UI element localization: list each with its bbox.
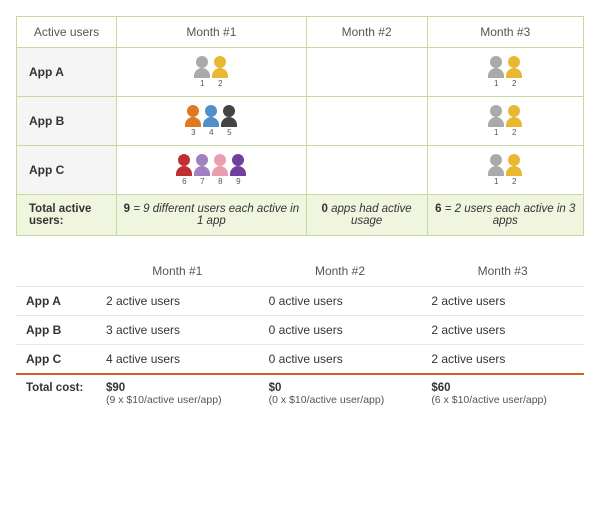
total-active-users-label: Total active users:	[17, 195, 117, 236]
user-icon: 1	[488, 105, 504, 137]
bottom-app-row: App A 2 active users 0 active users 2 ac…	[16, 287, 584, 316]
app-month3-cell: 1 2	[427, 48, 583, 97]
top-usage-table: Active users Month #1 Month #2 Month #3 …	[16, 16, 584, 236]
bottom-total-row: Total cost: $90 (9 x $10/active user/app…	[16, 374, 584, 413]
bottom-app-label: App B	[16, 316, 96, 345]
bottom-cost-table: Month #1 Month #2 Month #3 App A 2 activ…	[16, 260, 584, 413]
user-icon: 1	[194, 56, 210, 88]
app-month2-cell	[306, 48, 427, 97]
top-app-row: App B 3 4 5 1 2	[17, 97, 584, 146]
app-month1-cell: 1 2	[117, 48, 307, 97]
bottom-month3-cell: 2 active users	[421, 287, 584, 316]
user-icon: 1	[488, 56, 504, 88]
app-month1-cell: 6 7 8 9	[117, 146, 307, 195]
user-icon: 6	[176, 154, 192, 186]
bottom-total-month2: $0 (0 x $10/active user/app)	[259, 374, 422, 413]
col-header-month3: Month #3	[427, 17, 583, 48]
bottom-month2-cell: 0 active users	[259, 316, 422, 345]
bottom-app-row: App B 3 active users 0 active users 2 ac…	[16, 316, 584, 345]
bottom-total-month1: $90 (9 x $10/active user/app)	[96, 374, 259, 413]
user-icon: 1	[488, 154, 504, 186]
bottom-month3-cell: 2 active users	[421, 345, 584, 375]
bottom-month2-cell: 0 active users	[259, 345, 422, 375]
bottom-app-row: App C 4 active users 0 active users 2 ac…	[16, 345, 584, 375]
user-icon: 4	[203, 105, 219, 137]
user-icon: 2	[506, 105, 522, 137]
user-icon: 8	[212, 154, 228, 186]
top-app-row: App C 6 7 8 9 1 2	[17, 146, 584, 195]
app-month2-cell	[306, 146, 427, 195]
bottom-col-empty	[16, 260, 96, 287]
bottom-col-month3: Month #3	[421, 260, 584, 287]
user-icon: 2	[212, 56, 228, 88]
app-label: App A	[17, 48, 117, 97]
app-month3-cell: 1 2	[427, 146, 583, 195]
bottom-month1-cell: 3 active users	[96, 316, 259, 345]
bottom-col-month2: Month #2	[259, 260, 422, 287]
top-total-month1: 9 = 9 different users each active in 1 a…	[117, 195, 307, 236]
bottom-app-label: App A	[16, 287, 96, 316]
bottom-total-month3: $60 (6 x $10/active user/app)	[421, 374, 584, 413]
user-icon: 9	[230, 154, 246, 186]
bottom-month2-cell: 0 active users	[259, 287, 422, 316]
user-icon: 3	[185, 105, 201, 137]
bottom-month1-cell: 4 active users	[96, 345, 259, 375]
user-icon: 2	[506, 56, 522, 88]
user-icon: 2	[506, 154, 522, 186]
bottom-app-label: App C	[16, 345, 96, 375]
app-label: App C	[17, 146, 117, 195]
top-total-month3: 6 = 2 users each active in 3 apps	[427, 195, 583, 236]
col-header-month2: Month #2	[306, 17, 427, 48]
user-icon: 5	[221, 105, 237, 137]
app-month2-cell	[306, 97, 427, 146]
col-header-month1: Month #1	[117, 17, 307, 48]
app-label: App B	[17, 97, 117, 146]
bottom-col-month1: Month #1	[96, 260, 259, 287]
top-app-row: App A 1 2 1 2	[17, 48, 584, 97]
app-month1-cell: 3 4 5	[117, 97, 307, 146]
bottom-month3-cell: 2 active users	[421, 316, 584, 345]
user-icon: 7	[194, 154, 210, 186]
col-header-label: Active users	[17, 17, 117, 48]
top-total-month2: 0 apps had active usage	[306, 195, 427, 236]
app-month3-cell: 1 2	[427, 97, 583, 146]
total-cost-label: Total cost:	[16, 374, 96, 413]
bottom-month1-cell: 2 active users	[96, 287, 259, 316]
top-total-row: Total active users: 9 = 9 different user…	[17, 195, 584, 236]
